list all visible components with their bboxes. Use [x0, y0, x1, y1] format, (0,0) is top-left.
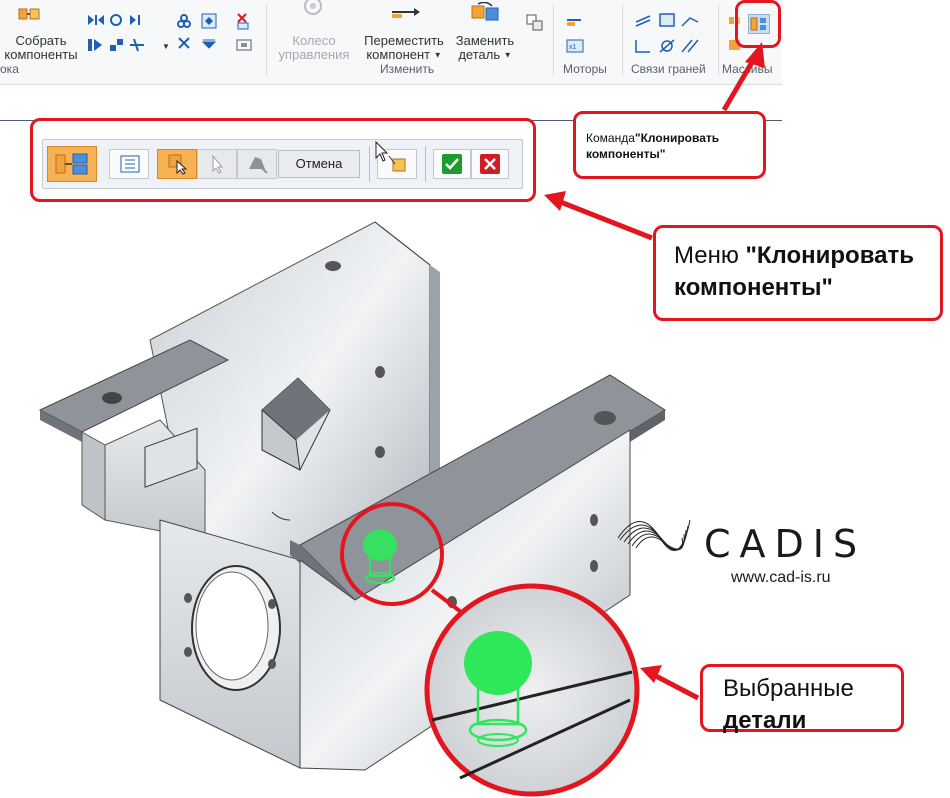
clone-command-highlight: [735, 0, 781, 48]
face-relation-icons[interactable]: [634, 12, 710, 58]
group-label-face-relations: Связи граней: [631, 62, 706, 76]
zoom-magnifier: [424, 583, 640, 797]
selected-callout-line-2: детали: [723, 707, 807, 734]
commandbar-highlight: [30, 118, 536, 202]
ribbon-divider: [0, 84, 782, 85]
ribbon-separator: [622, 4, 623, 76]
replace-label-1: Заменить: [455, 33, 515, 48]
selected-part-small: [363, 529, 397, 584]
command-callout-name-2: компоненты": [586, 147, 666, 161]
motor-icons[interactable]: x1: [565, 12, 587, 58]
replace-part-icon: [471, 2, 499, 21]
cadis-logo-text: CADIS: [704, 522, 867, 566]
move-label-1: Переместить: [364, 33, 444, 48]
ribbon: Собрать компоненты ока ▼ Колесо управлен…: [0, 0, 782, 84]
move-component-icon: [392, 8, 420, 18]
steering-wheel-button[interactable]: Колесо управления: [270, 0, 358, 62]
assemble-label-1: Собрать: [15, 33, 67, 48]
group-label-assembly: ока: [0, 62, 19, 76]
selected-parts-callout: Выбранные детали: [700, 664, 904, 734]
replace-label-2: деталь ▼: [458, 47, 512, 62]
menu-callout-name-1: "Клонировать: [745, 242, 915, 269]
cadis-logo-mark: [617, 519, 691, 551]
ribbon-separator: [718, 4, 719, 76]
svg-text:x1: x1: [569, 44, 577, 51]
wheel-label-2: управления: [278, 47, 350, 62]
pattern-tools-icons: [177, 13, 217, 49]
move-component-button[interactable]: Переместить компонент ▼: [358, 0, 450, 62]
insert-tools-icons: [236, 13, 252, 51]
assemble-icon: [18, 8, 40, 20]
group-label-motors: Моторы: [563, 62, 607, 76]
menu-callout-prefix: Меню: [674, 242, 746, 269]
replace-part-button[interactable]: Заменить деталь ▼: [450, 0, 520, 62]
ribbon-separator: [553, 4, 554, 76]
menu-callout: Меню "Клонировать компоненты": [653, 225, 943, 321]
small-dropdown-caret[interactable]: ▼: [162, 42, 170, 51]
mirror-tools-icons: [88, 14, 144, 52]
ribbon-separator: [266, 4, 267, 76]
command-callout: Команда"Клонировать компоненты": [573, 111, 766, 179]
menu-callout-name-2: компоненты": [674, 274, 833, 301]
wheel-label-1: Колесо: [292, 33, 336, 48]
command-callout-name-1: "Клонировать: [634, 131, 720, 145]
command-callout-prefix: Команда: [586, 131, 635, 145]
replace-extra-icon[interactable]: [526, 14, 544, 32]
move-label-2: компонент ▼: [366, 47, 442, 62]
assemble-label-2: компоненты: [4, 47, 78, 62]
group-label-arrays: Массивы: [722, 62, 773, 76]
steering-wheel-icon: [304, 0, 322, 15]
assemble-button[interactable]: Собрать компоненты: [0, 0, 78, 62]
group-label-change: Изменить: [380, 62, 435, 76]
selected-callout-line-1: Выбранные: [723, 675, 854, 702]
cadis-url: www.cad-is.ru: [731, 569, 831, 586]
